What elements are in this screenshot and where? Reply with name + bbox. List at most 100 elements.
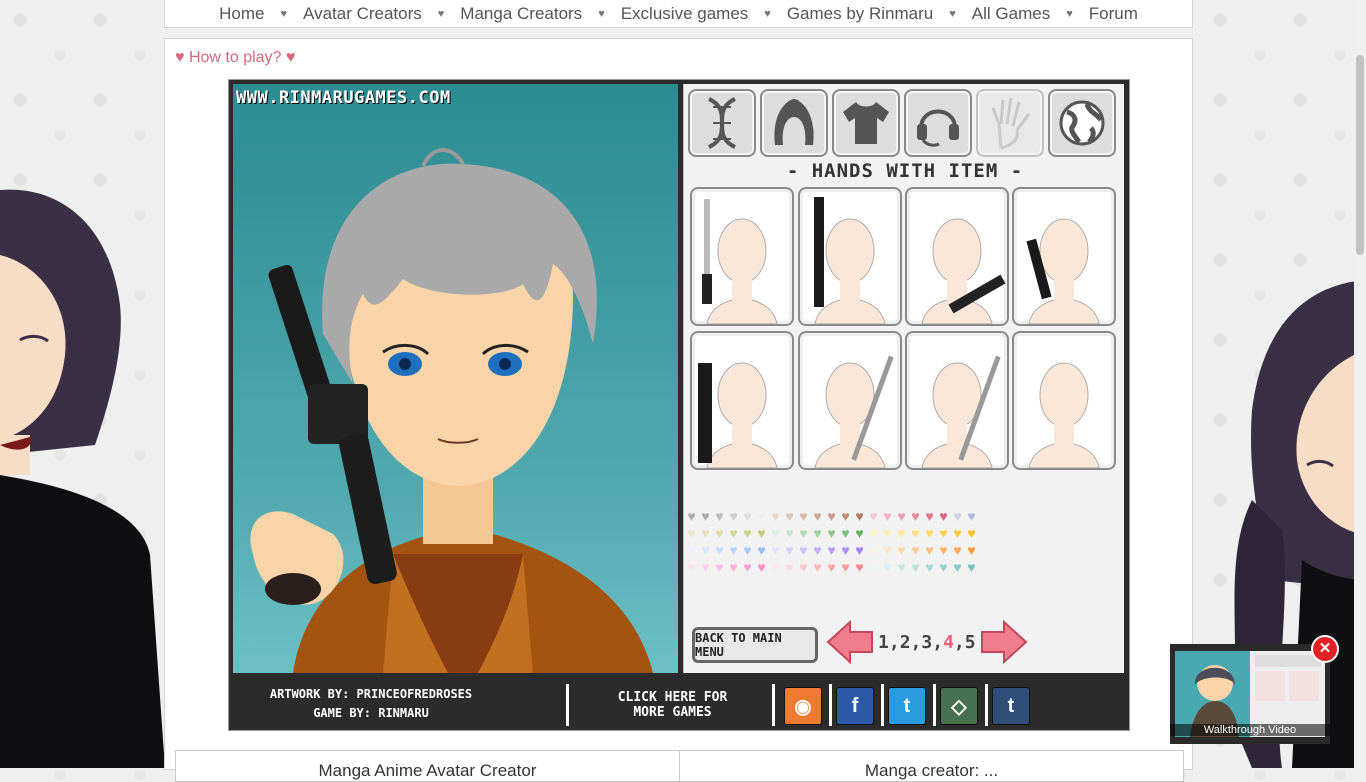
category-accessories-button[interactable]: [904, 89, 972, 157]
color-swatch-heart-icon[interactable]: ♥: [727, 543, 740, 557]
color-swatch-heart-icon[interactable]: ♥: [685, 509, 698, 523]
item-slot-none[interactable]: [1012, 331, 1116, 470]
color-swatch-heart-icon[interactable]: ♥: [755, 543, 768, 557]
page-4-current[interactable]: 4: [943, 632, 954, 653]
color-swatch-heart-icon[interactable]: ♥: [923, 543, 936, 557]
color-swatch-heart-icon[interactable]: ♥: [699, 526, 712, 540]
color-swatch-heart-icon[interactable]: ♥: [895, 509, 908, 523]
scrollbar-thumb[interactable]: [1356, 55, 1364, 255]
color-swatch-heart-icon[interactable]: ♥: [839, 526, 852, 540]
color-swatch-heart-icon[interactable]: ♥: [797, 526, 810, 540]
tumblr-icon[interactable]: t: [992, 687, 1030, 725]
close-icon[interactable]: ✕: [1313, 637, 1337, 661]
color-swatch-heart-icon[interactable]: ♥: [825, 560, 838, 574]
color-swatch-heart-icon[interactable]: ♥: [797, 543, 810, 557]
nav-manga-creators[interactable]: Manga Creators: [460, 4, 582, 24]
color-swatch-heart-icon[interactable]: ♥: [965, 509, 978, 523]
color-swatch-heart-icon[interactable]: ♥: [685, 526, 698, 540]
color-swatch-heart-icon[interactable]: ♥: [727, 560, 740, 574]
page-scrollbar[interactable]: [1354, 0, 1366, 768]
item-slot-rifle[interactable]: [905, 187, 1009, 326]
color-swatch-heart-icon[interactable]: ♥: [727, 526, 740, 540]
page-1[interactable]: 1: [878, 632, 889, 653]
color-swatch-heart-icon[interactable]: ♥: [741, 543, 754, 557]
walkthrough-video-popup[interactable]: Walkthrough Video: [1170, 644, 1330, 744]
color-swatch-heart-icon[interactable]: ♥: [755, 526, 768, 540]
color-swatch-heart-icon[interactable]: ♥: [965, 560, 978, 574]
page-5[interactable]: 5: [965, 632, 976, 653]
category-hair-button[interactable]: [760, 89, 828, 157]
nav-home[interactable]: Home: [219, 4, 264, 24]
color-swatch-heart-icon[interactable]: ♥: [811, 560, 824, 574]
item-slot-katana[interactable]: [798, 331, 902, 470]
color-swatch-heart-icon[interactable]: ♥: [937, 526, 950, 540]
color-swatch-heart-icon[interactable]: ♥: [881, 543, 894, 557]
color-swatch-heart-icon[interactable]: ♥: [965, 543, 978, 557]
color-swatch-heart-icon[interactable]: ♥: [965, 526, 978, 540]
color-swatch-heart-icon[interactable]: ♥: [923, 560, 936, 574]
previous-page-arrow-icon[interactable]: [826, 620, 874, 664]
color-swatch-heart-icon[interactable]: ♥: [699, 509, 712, 523]
nav-forum[interactable]: Forum: [1089, 4, 1138, 24]
item-slot-gun-rifle[interactable]: [690, 331, 794, 470]
facebook-icon[interactable]: f: [836, 687, 874, 725]
color-swatch-heart-icon[interactable]: ♥: [783, 560, 796, 574]
color-swatch-heart-icon[interactable]: ♥: [867, 509, 880, 523]
item-slot-sword[interactable]: [905, 331, 1009, 470]
page-3[interactable]: 3: [921, 632, 932, 653]
color-swatch-heart-icon[interactable]: ♥: [853, 509, 866, 523]
color-swatch-heart-icon[interactable]: ♥: [713, 509, 726, 523]
color-swatch-heart-icon[interactable]: ♥: [783, 526, 796, 540]
twitter-icon[interactable]: t: [888, 687, 926, 725]
item-slot-staff[interactable]: [798, 187, 902, 326]
color-swatch-heart-icon[interactable]: ♥: [951, 543, 964, 557]
more-games-link[interactable]: CLICK HERE FOR MORE GAMES: [600, 690, 745, 720]
color-swatch-heart-icon[interactable]: ♥: [937, 509, 950, 523]
color-swatch-heart-icon[interactable]: ♥: [797, 560, 810, 574]
color-swatch-heart-icon[interactable]: ♥: [895, 543, 908, 557]
item-slot-blaster[interactable]: [1012, 187, 1116, 326]
bottom-link-left[interactable]: Manga Anime Avatar Creator: [176, 751, 679, 781]
color-swatch-heart-icon[interactable]: ♥: [839, 560, 852, 574]
color-swatch-heart-icon[interactable]: ♥: [923, 526, 936, 540]
color-swatch-heart-icon[interactable]: ♥: [741, 526, 754, 540]
color-swatch-heart-icon[interactable]: ♥: [797, 509, 810, 523]
color-swatch-heart-icon[interactable]: ♥: [909, 543, 922, 557]
color-swatch-heart-icon[interactable]: ♥: [909, 526, 922, 540]
color-swatch-heart-icon[interactable]: ♥: [699, 560, 712, 574]
deviantart-icon[interactable]: ◇: [940, 687, 978, 725]
color-swatch-heart-icon[interactable]: ♥: [825, 509, 838, 523]
color-swatch-heart-icon[interactable]: ♥: [825, 526, 838, 540]
color-swatch-heart-icon[interactable]: ♥: [909, 509, 922, 523]
bottom-link-right[interactable]: Manga creator: ...: [679, 751, 1183, 781]
camera-icon[interactable]: ◉: [784, 687, 822, 725]
color-swatch-heart-icon[interactable]: ♥: [755, 509, 768, 523]
color-swatch-heart-icon[interactable]: ♥: [839, 543, 852, 557]
color-swatch-heart-icon[interactable]: ♥: [895, 560, 908, 574]
color-swatch-heart-icon[interactable]: ♥: [685, 560, 698, 574]
color-swatch-heart-icon[interactable]: ♥: [839, 509, 852, 523]
color-swatch-heart-icon[interactable]: ♥: [713, 526, 726, 540]
color-swatch-heart-icon[interactable]: ♥: [881, 509, 894, 523]
color-swatch-heart-icon[interactable]: ♥: [923, 509, 936, 523]
back-to-main-menu-button[interactable]: BACK TO MAIN MENU: [692, 627, 818, 663]
color-swatch-heart-icon[interactable]: ♥: [699, 543, 712, 557]
color-swatch-heart-icon[interactable]: ♥: [713, 543, 726, 557]
nav-games-by-rinmaru[interactable]: Games by Rinmaru: [787, 4, 933, 24]
color-swatch-heart-icon[interactable]: ♥: [951, 526, 964, 540]
color-swatch-heart-icon[interactable]: ♥: [881, 560, 894, 574]
color-swatch-heart-icon[interactable]: ♥: [769, 543, 782, 557]
page-2[interactable]: 2: [900, 632, 911, 653]
item-slot-lightsaber[interactable]: [690, 187, 794, 326]
how-to-play-link[interactable]: ♥ How to play? ♥: [175, 49, 295, 67]
color-swatch-heart-icon[interactable]: ♥: [825, 543, 838, 557]
color-swatch-heart-icon[interactable]: ♥: [685, 543, 698, 557]
color-swatch-heart-icon[interactable]: ♥: [811, 543, 824, 557]
color-swatch-heart-icon[interactable]: ♥: [783, 509, 796, 523]
color-swatch-heart-icon[interactable]: ♥: [713, 560, 726, 574]
color-swatch-heart-icon[interactable]: ♥: [937, 560, 950, 574]
category-clothes-button[interactable]: [832, 89, 900, 157]
category-background-button[interactable]: [1048, 89, 1116, 157]
color-swatch-heart-icon[interactable]: ♥: [895, 526, 908, 540]
nav-exclusive-games[interactable]: Exclusive games: [621, 4, 749, 24]
